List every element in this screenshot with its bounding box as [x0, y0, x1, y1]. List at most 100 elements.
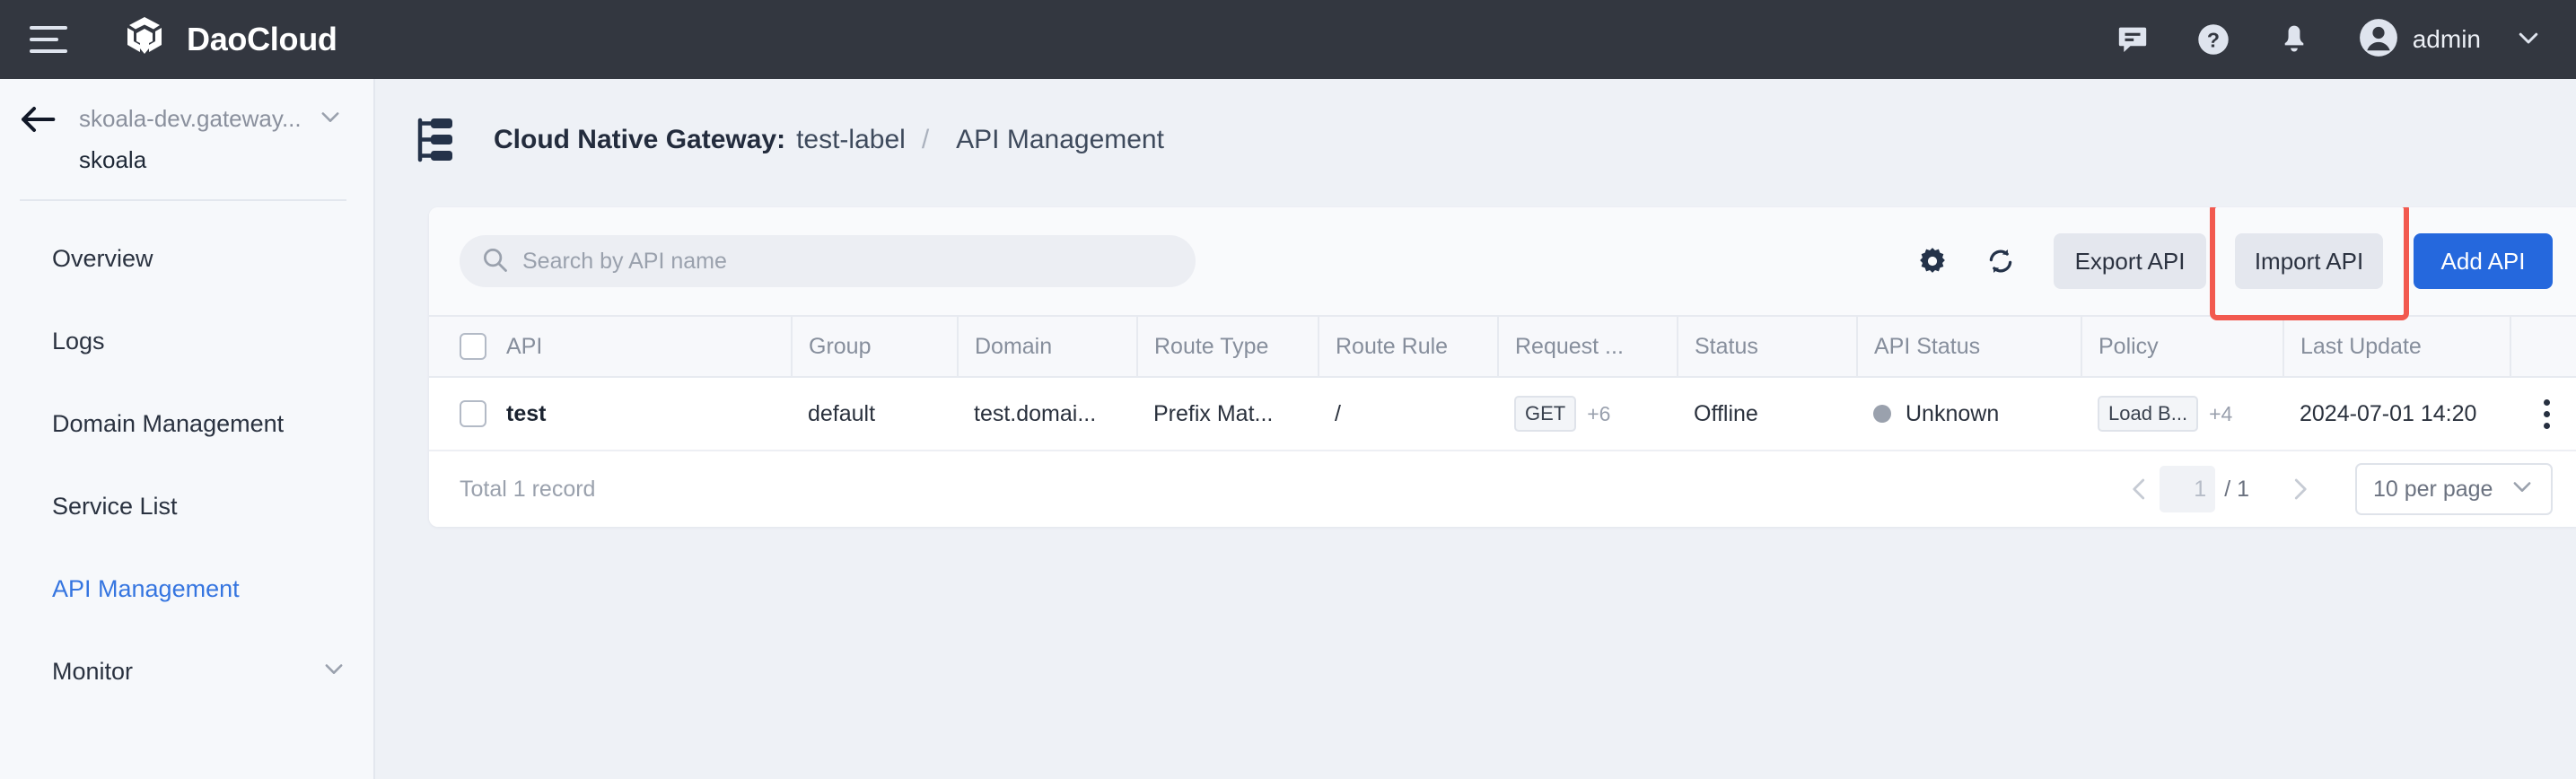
sidebar-nav: Overview Logs Domain Management Service … — [0, 217, 373, 713]
column-last-update[interactable]: Last Update — [2282, 315, 2510, 378]
pagination: 1 / 1 10 per page — [2120, 463, 2553, 515]
next-page-icon[interactable] — [2280, 469, 2319, 509]
sidebar-item-domain-management[interactable]: Domain Management — [0, 382, 373, 465]
column-actions — [2510, 315, 2576, 378]
sidebar-item-label: Service List — [52, 492, 178, 520]
cell-actions — [2510, 377, 2576, 451]
sidebar-item-logs[interactable]: Logs — [0, 300, 373, 382]
table-footer: Total 1 record 1 / 1 10 per page — [429, 451, 2576, 527]
page-number-input[interactable]: 1 — [2160, 466, 2216, 512]
column-route-type[interactable]: Route Type — [1136, 315, 1319, 378]
breadcrumb: Cloud Native Gateway: test-label / API M… — [377, 79, 2576, 165]
cell-policy: Load B... +4 — [2081, 377, 2283, 451]
main-content: Cloud Native Gateway: test-label / API M… — [377, 79, 2576, 779]
search-icon — [481, 246, 508, 277]
brand-name: DaoCloud — [187, 21, 337, 57]
chevron-down-icon[interactable] — [2515, 24, 2542, 56]
refresh-icon[interactable] — [1980, 241, 2021, 282]
breadcrumb-gateway[interactable]: test-label — [796, 125, 906, 155]
top-bar: DaoCloud ? admin — [0, 0, 2576, 79]
table-toolbar: Search by API name Export API Import API… — [429, 207, 2576, 320]
help-icon[interactable]: ? — [2194, 20, 2233, 59]
sidebar-item-service-list[interactable]: Service List — [0, 465, 373, 547]
daocloud-logo-icon — [119, 14, 170, 65]
method-tag: GET — [1514, 396, 1577, 432]
chevron-down-icon[interactable] — [318, 104, 343, 134]
table-header-row: API Group Domain Route Type Route Rule R… — [429, 315, 2576, 378]
breadcrumb-separator: / — [921, 125, 930, 154]
svg-text:?: ? — [2207, 28, 2220, 51]
column-route-rule[interactable]: Route Rule — [1318, 315, 1498, 378]
cell-group: default — [792, 377, 958, 451]
page-total-label: / 1 — [2224, 476, 2249, 502]
cell-request-method: GET +6 — [1498, 377, 1678, 451]
sidebar: skoala-dev.gateway... skoala Overview Lo… — [0, 79, 375, 779]
cell-route-rule: / — [1319, 377, 1498, 451]
column-group[interactable]: Group — [791, 315, 958, 378]
select-all-checkbox[interactable] — [460, 333, 486, 360]
api-name-link[interactable]: test — [506, 401, 546, 427]
per-page-label: 10 per page — [2373, 476, 2493, 502]
search-input[interactable]: Search by API name — [460, 235, 1196, 287]
column-status[interactable]: Status — [1677, 315, 1857, 378]
bell-icon[interactable] — [2274, 20, 2314, 59]
chevron-down-icon[interactable] — [321, 656, 346, 687]
brand: DaoCloud — [119, 14, 337, 65]
menu-icon[interactable] — [30, 26, 67, 53]
add-api-button[interactable]: Add API — [2414, 233, 2553, 289]
column-api[interactable]: API — [429, 315, 792, 378]
export-api-button[interactable]: Export API — [2054, 233, 2206, 289]
table-body: test default test.domai... Prefix Mat...… — [429, 377, 2576, 451]
policy-overflow-count: +4 — [2209, 401, 2233, 425]
row-checkbox[interactable] — [460, 400, 486, 427]
prev-page-icon[interactable] — [2120, 469, 2160, 509]
cell-api-status: Unknown — [1857, 377, 2081, 451]
cell-route-type: Prefix Mat... — [1137, 377, 1319, 451]
table-row[interactable]: test default test.domai... Prefix Mat...… — [429, 377, 2576, 451]
method-overflow-count: +6 — [1587, 401, 1611, 425]
column-domain[interactable]: Domain — [957, 315, 1137, 378]
back-arrow-icon[interactable] — [20, 105, 61, 134]
api-status-label: Unknown — [1906, 400, 2000, 426]
cell-domain: test.domai... — [958, 377, 1137, 451]
cell-last-update: 2024-07-01 14:20 — [2283, 377, 2510, 451]
column-api-status[interactable]: API Status — [1856, 315, 2081, 378]
column-label: API — [506, 333, 543, 359]
api-table: API Group Domain Route Type Route Rule R… — [429, 315, 2576, 451]
cell-status: Offline — [1678, 377, 1857, 451]
sidebar-item-label: Overview — [52, 244, 153, 272]
status-dot-icon — [1873, 405, 1891, 423]
sidebar-item-overview[interactable]: Overview — [0, 217, 373, 300]
sidebar-item-api-management[interactable]: API Management — [0, 547, 373, 630]
sidebar-item-monitor[interactable]: Monitor — [0, 630, 373, 713]
table-head: API Group Domain Route Type Route Rule R… — [429, 315, 2576, 378]
breadcrumb-page: API Management — [956, 125, 1164, 154]
avatar — [2359, 18, 2398, 62]
chevron-down-icon — [2510, 474, 2535, 505]
breadcrumb-text: Cloud Native Gateway: test-label / API M… — [494, 125, 1164, 155]
import-api-wrapper: Import API — [2210, 207, 2409, 320]
row-more-actions-icon[interactable] — [2527, 398, 2567, 429]
sidebar-item-label: Domain Management — [52, 409, 285, 437]
sidebar-project-selector[interactable]: skoala-dev.gateway... — [0, 79, 373, 134]
sidebar-namespace: skoala — [79, 146, 147, 173]
per-page-select[interactable]: 10 per page — [2355, 463, 2553, 515]
sidebar-divider — [20, 199, 346, 201]
import-api-button[interactable]: Import API — [2235, 233, 2383, 289]
chat-icon[interactable] — [2113, 20, 2152, 59]
column-request-method[interactable]: Request ... — [1497, 315, 1678, 378]
toolbar-actions: Export API Import API Add API — [1885, 207, 2553, 320]
cell-api: test — [429, 377, 792, 451]
api-list-card: Search by API name Export API Import API… — [429, 207, 2576, 527]
sidebar-project-name: skoala-dev.gateway... — [79, 105, 302, 132]
gear-icon[interactable] — [1912, 241, 1953, 282]
search-placeholder: Search by API name — [522, 248, 727, 274]
breadcrumb-title: Cloud Native Gateway: — [494, 125, 786, 154]
policy-tag: Load B... — [2098, 396, 2199, 432]
user-menu[interactable]: admin — [2359, 18, 2542, 62]
sidebar-item-label: Monitor — [52, 657, 134, 685]
sidebar-item-label: API Management — [52, 574, 240, 602]
username-label: admin — [2412, 25, 2481, 53]
column-policy[interactable]: Policy — [2081, 315, 2283, 378]
gateway-tree-icon — [411, 115, 461, 165]
